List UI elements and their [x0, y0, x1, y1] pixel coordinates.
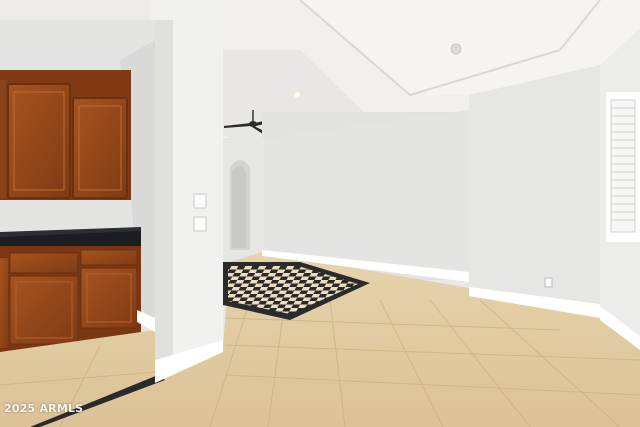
room-photo [0, 0, 640, 427]
right-wall [469, 65, 600, 308]
light-switch [193, 193, 207, 209]
recessed-light [294, 92, 300, 98]
light-switch [193, 216, 207, 232]
watermark: 2025 ARMLS [4, 402, 84, 415]
wall-outlet [544, 277, 553, 288]
upper-cabinets [0, 70, 131, 200]
column [155, 0, 223, 365]
recessed-light [450, 43, 462, 55]
window-shutters [606, 92, 640, 242]
